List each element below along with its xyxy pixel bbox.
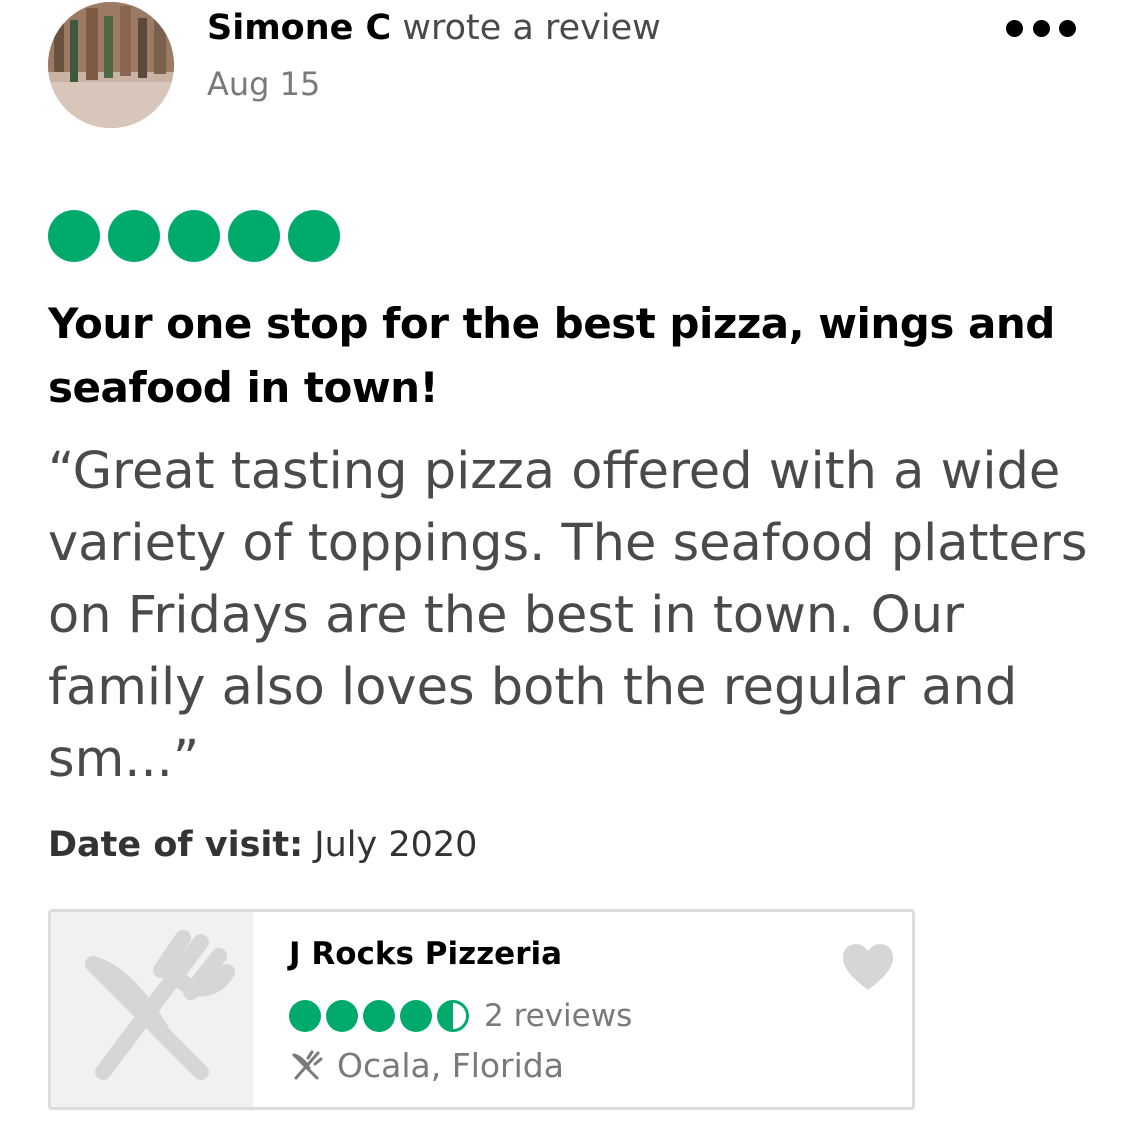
business-review-count[interactable]: 2 reviews bbox=[484, 994, 632, 1038]
author-action: wrote a review bbox=[402, 8, 661, 48]
rating-bubble bbox=[363, 1000, 395, 1032]
more-options-icon-dot bbox=[1032, 19, 1050, 37]
business-card[interactable]: J Rocks Pizzeria 2 reviews Ocala, Florid… bbox=[48, 909, 915, 1110]
more-options-button[interactable] bbox=[1006, 8, 1076, 48]
rating-bubble bbox=[168, 210, 220, 262]
author-avatar[interactable] bbox=[48, 2, 174, 128]
rating-bubble bbox=[289, 1000, 321, 1032]
more-options-icon bbox=[1006, 19, 1023, 37]
business-rating bbox=[289, 1000, 469, 1032]
rating-bubble bbox=[437, 1000, 469, 1032]
rating-bubble bbox=[400, 1000, 432, 1032]
review-body[interactable]: “Great tasting pizza offered with a wide… bbox=[48, 436, 1108, 796]
review-header: Simone C wrote a review bbox=[207, 6, 661, 50]
heart-icon[interactable] bbox=[841, 942, 895, 992]
rating-bubble bbox=[288, 210, 340, 262]
review-title[interactable]: Your one stop for the best pizza, wings … bbox=[48, 292, 1088, 420]
business-name[interactable]: J Rocks Pizzeria bbox=[289, 934, 562, 974]
date-of-visit-value: July 2020 bbox=[314, 825, 478, 865]
date-of-visit-label: Date of visit: bbox=[48, 825, 304, 865]
review-rating bbox=[48, 210, 340, 262]
restaurant-placeholder-icon bbox=[85, 930, 235, 1080]
rating-bubble bbox=[108, 210, 160, 262]
more-options-icon-dot bbox=[1059, 19, 1076, 37]
rating-bubble bbox=[48, 210, 100, 262]
business-thumbnail bbox=[51, 912, 253, 1107]
business-location: Ocala, Florida bbox=[289, 1044, 564, 1088]
business-location-text: Ocala, Florida bbox=[337, 1046, 564, 1085]
rating-bubble bbox=[326, 1000, 358, 1032]
date-of-visit: Date of visit: July 2020 bbox=[48, 822, 477, 868]
fork-knife-icon bbox=[292, 1050, 323, 1080]
author-name[interactable]: Simone C bbox=[207, 8, 391, 48]
rating-bubble bbox=[228, 210, 280, 262]
review-date: Aug 15 bbox=[207, 65, 321, 103]
